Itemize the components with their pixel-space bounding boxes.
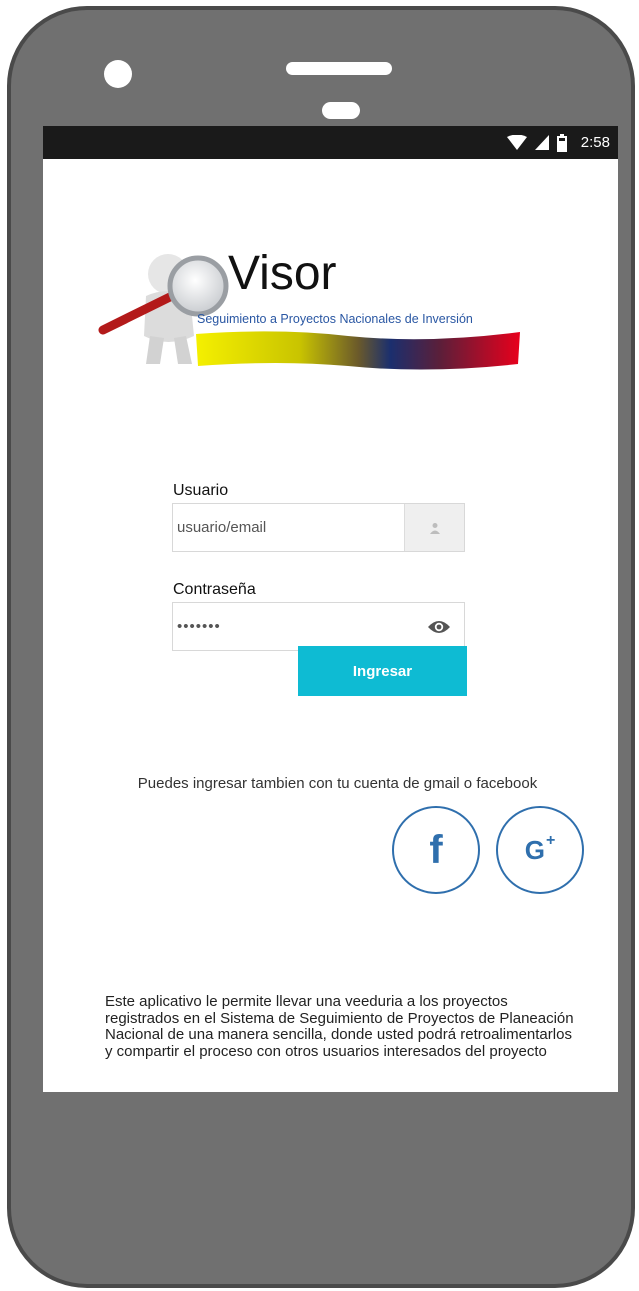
phone-camera [104, 60, 132, 88]
user-field [172, 503, 465, 552]
google-plus-login-button[interactable]: G+ [496, 806, 584, 894]
logo-subtitle: Seguimiento a Proyectos Nacionales de In… [197, 312, 473, 326]
cell-signal-icon [534, 135, 549, 150]
status-time: 2:58 [580, 134, 610, 151]
user-label: Usuario [173, 482, 229, 499]
phone-screen: 2:58 Visor Seguimiento a Proyectos Nacio… [43, 126, 618, 1092]
battery-icon [556, 133, 567, 152]
status-icons: 2:58 [506, 126, 610, 159]
status-bar: 2:58 [43, 126, 618, 159]
phone-sensor [322, 102, 360, 119]
user-icon [429, 522, 440, 534]
password-label: Contraseña [173, 581, 256, 598]
google-plus-icon: G+ [524, 831, 556, 866]
google-plus-icon-plus: + [545, 831, 556, 849]
facebook-icon: f [429, 827, 443, 872]
facebook-login-button[interactable]: f [392, 806, 480, 894]
show-password-button[interactable] [422, 603, 456, 650]
user-input[interactable] [173, 504, 405, 551]
app-description: Este aplicativo le permite llevar una ve… [105, 993, 574, 1060]
social-login-text: Puedes ingresar tambien con tu cuenta de… [137, 775, 538, 792]
eye-icon [428, 620, 450, 633]
google-plus-icon-letter: G [524, 834, 545, 865]
logo-title: Visor [228, 247, 337, 300]
wifi-icon [506, 135, 527, 150]
login-button[interactable]: Ingresar [298, 646, 467, 696]
password-input[interactable] [173, 603, 418, 650]
phone-speaker [286, 62, 392, 75]
password-field [172, 602, 465, 651]
user-addon [404, 504, 464, 551]
